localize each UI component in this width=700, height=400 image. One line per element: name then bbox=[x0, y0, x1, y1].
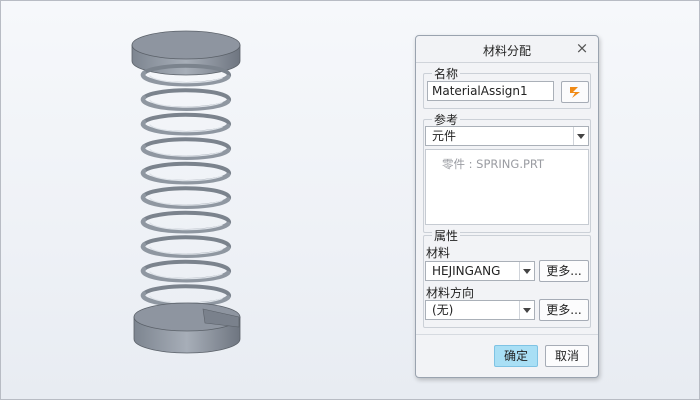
reference-list[interactable]: 零件 : SPRING.PRT bbox=[425, 149, 589, 225]
chevron-down-icon[interactable] bbox=[519, 262, 534, 280]
dialog-titlebar: 材料分配 × bbox=[416, 36, 598, 63]
material-value: HEJINGANG bbox=[432, 264, 501, 278]
reference-type-select[interactable]: 元件 bbox=[425, 126, 589, 146]
coil-back-segment bbox=[142, 186, 231, 202]
coil-back-segment bbox=[142, 112, 231, 128]
direction-more-button[interactable]: 更多... bbox=[539, 299, 589, 321]
coil-back-segment bbox=[142, 235, 231, 251]
material-label: 材料 bbox=[426, 246, 451, 260]
name-group-label: 名称 bbox=[432, 65, 461, 82]
reference-list-item[interactable]: 零件 : SPRING.PRT bbox=[442, 156, 544, 172]
coil-back-segment bbox=[142, 88, 231, 104]
cancel-button[interactable]: 取消 bbox=[545, 345, 589, 367]
material-more-button[interactable]: 更多... bbox=[539, 260, 589, 282]
name-input[interactable]: MaterialAssign1 bbox=[427, 81, 554, 101]
coil-back-segment bbox=[142, 137, 231, 153]
material-select[interactable]: HEJINGANG bbox=[425, 261, 535, 281]
coil-back-segment bbox=[142, 284, 231, 300]
reference-type-value: 元件 bbox=[432, 129, 457, 143]
bottom-end-cap bbox=[133, 302, 241, 354]
properties-group-label: 属性 bbox=[432, 227, 461, 244]
footer-divider bbox=[416, 334, 598, 335]
close-button[interactable]: × bbox=[574, 39, 590, 57]
material-direction-label: 材料方向 bbox=[426, 286, 475, 300]
orange-arrow-select-icon bbox=[570, 87, 580, 98]
chevron-down-icon[interactable] bbox=[519, 301, 534, 319]
coil-back-segment bbox=[142, 259, 231, 275]
coil-back-segment bbox=[142, 210, 231, 226]
spring-model[interactable] bbox=[121, 21, 251, 361]
select-reference-button[interactable] bbox=[561, 81, 589, 103]
coil-back-segment bbox=[142, 161, 231, 177]
spring-coils bbox=[140, 63, 231, 307]
material-direction-value: (无) bbox=[432, 303, 454, 317]
top-end-cap bbox=[131, 30, 241, 76]
chevron-down-icon[interactable] bbox=[573, 127, 588, 145]
material-assign-dialog: 材料分配 × 名称 MaterialAssign1 参考 元件 零件 : SPR… bbox=[415, 35, 599, 378]
dialog-title: 材料分配 bbox=[482, 44, 531, 58]
material-direction-select[interactable]: (无) bbox=[425, 300, 535, 320]
ok-button[interactable]: 确定 bbox=[494, 345, 538, 367]
